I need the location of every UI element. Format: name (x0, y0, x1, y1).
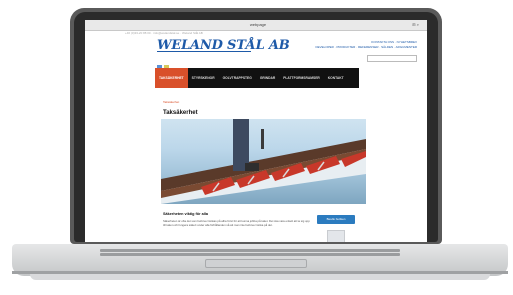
browser-toolbar: webpage ⊞ ⌕ (85, 20, 427, 31)
nav-item-golvtrappsteg[interactable]: GOLVTRAPPSTEG (219, 68, 256, 88)
page-title: Taksäkerhet (163, 110, 198, 116)
laptop-lid: webpage ⊞ ⌕ +46 (0)33-20 88 00 · info@we… (70, 8, 442, 244)
hero-image (161, 119, 366, 204)
top-link-row[interactable]: DEVELOPER · PRODUKTER · REFERENSER · SÅL… (297, 45, 417, 50)
nav-item-plattformsramser[interactable]: PLATTFORMSRAMSER (279, 68, 324, 88)
product-thumbnail[interactable] (327, 230, 345, 242)
main-nav: TAKSÄKERHET STYRSKENOR GOLVTRAPPSTEG GRI… (155, 68, 359, 88)
address-bar[interactable]: webpage (223, 22, 293, 28)
nav-item-grindar[interactable]: GRINDAR (256, 68, 279, 88)
shop-button[interactable]: Besök butiken (317, 215, 355, 224)
search-input[interactable] (367, 55, 417, 62)
roof-walkway-photo (161, 119, 366, 204)
section-paragraph: Säkerheten är ofta det som behöver tänka… (163, 219, 310, 227)
site-contact-strip: +46 (0)33-20 88 00 · info@welandstal.se … (125, 31, 203, 35)
browser-window: webpage ⊞ ⌕ +46 (0)33-20 88 00 · info@we… (85, 20, 427, 242)
nav-item-taksakerhet[interactable]: TAKSÄKERHET (155, 68, 188, 88)
nav-item-kontakt[interactable]: KONTAKT (324, 68, 348, 88)
nav-item-styrskenor[interactable]: STYRSKENOR (188, 68, 219, 88)
top-links: KONTAKTA OSS · NYHETSBREV DEVELOPER · PR… (297, 40, 417, 50)
logo-underline (157, 51, 251, 52)
breadcrumb[interactable]: Taksäkerhet (163, 100, 179, 104)
trackpad[interactable] (205, 259, 307, 268)
keyboard-row (100, 253, 400, 256)
toolbar-icons[interactable]: ⊞ ⌕ (412, 22, 419, 27)
base-shadow (30, 274, 490, 280)
keyboard-row (100, 249, 400, 252)
laptop-bezel: webpage ⊞ ⌕ +46 (0)33-20 88 00 · info@we… (74, 12, 438, 242)
section-heading: Säkerheten viktig för alla (163, 212, 208, 216)
